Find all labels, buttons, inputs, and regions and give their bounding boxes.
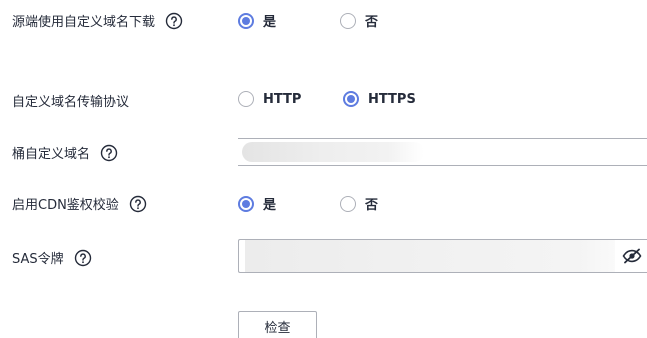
bucket-custom-domain-label: 桶自定义域名 [12,147,91,162]
radio-label: HTTP [263,91,302,107]
custom-domain-protocol-label: 自定义域名传输协议 [12,95,130,110]
radio-checked-icon [238,195,254,212]
source-custom-domain-download-no-radio[interactable]: 否 [340,11,378,30]
radio-label: HTTPS [368,91,416,107]
eye-off-icon[interactable] [621,248,643,264]
radio-label: 是 [263,15,277,30]
protocol-http-radio[interactable]: HTTP [238,91,301,107]
custom-domain-protocol-label-group: 自定义域名传输协议 [12,91,129,110]
source-custom-domain-download-yes-radio[interactable]: 是 [238,11,276,30]
enable-cdn-auth-no-radio[interactable]: 否 [340,194,378,213]
radio-label: 否 [365,15,379,30]
sas-token-input[interactable] [238,239,647,273]
redacted-value-blur [245,240,615,272]
check-button[interactable]: 检查 [238,311,317,338]
radio-checked-icon [343,91,359,107]
source-custom-domain-download-label: 源端使用自定义域名下载 [12,15,156,30]
sas-token-label-group: SAS令牌 [12,248,92,267]
help-circle-icon[interactable] [74,249,92,267]
radio-label: 否 [365,198,379,213]
enable-cdn-auth-yes-radio[interactable]: 是 [238,194,276,213]
radio-unchecked-icon [340,12,356,29]
radio-checked-icon [238,12,254,29]
radio-label: 是 [263,198,277,213]
cdn-download-settings-form: 源端使用自定义域名下载 是 否 自定义域名传输协议 HTTP HTTPS 桶自定… [0,0,647,338]
sas-token-label: SAS令牌 [12,252,64,267]
enable-cdn-auth-label-group: 启用CDN鉴权校验 [12,194,147,213]
bucket-custom-domain-label-group: 桶自定义域名 [12,143,118,162]
help-circle-icon[interactable] [100,144,118,162]
protocol-https-radio[interactable]: HTTPS [343,91,416,107]
source-custom-domain-download-label-group: 源端使用自定义域名下载 [12,11,183,30]
help-circle-icon[interactable] [165,12,183,30]
enable-cdn-auth-label: 启用CDN鉴权校验 [12,198,119,213]
help-circle-icon[interactable] [129,195,147,213]
redacted-value-blur [242,142,424,162]
bucket-custom-domain-input[interactable] [238,138,647,166]
radio-unchecked-icon [340,195,356,212]
radio-unchecked-icon [238,91,254,107]
